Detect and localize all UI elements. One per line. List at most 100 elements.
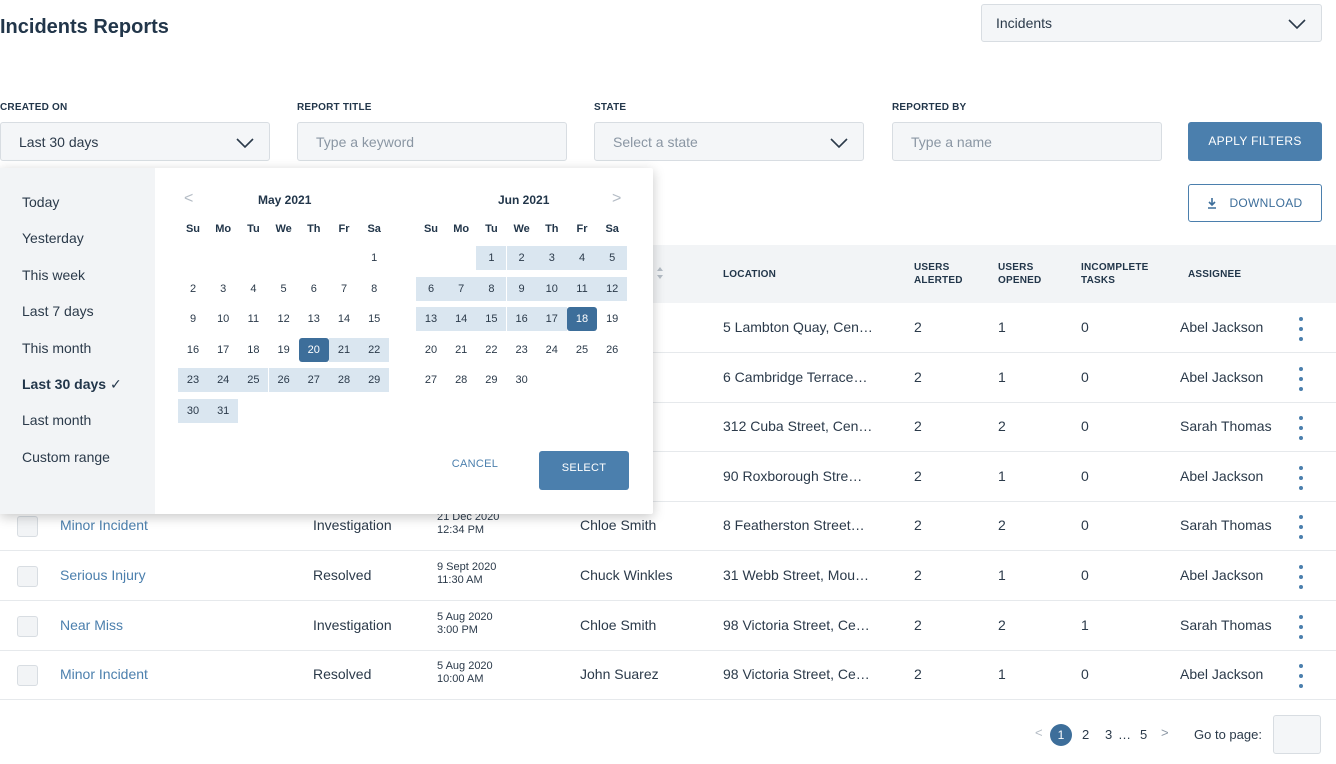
kebab-menu-icon[interactable] xyxy=(1298,317,1304,341)
preset-option[interactable]: Custom range xyxy=(22,449,110,465)
calendar-day[interactable]: 2 xyxy=(506,246,537,270)
prev-page-icon[interactable]: < xyxy=(1035,725,1043,747)
table-row[interactable]: Near Miss Investigation 5 Aug 2020 3:00 PM C… xyxy=(0,601,1336,651)
kebab-menu-icon[interactable] xyxy=(1298,515,1304,540)
calendar-day[interactable]: 6 xyxy=(299,277,329,301)
kebab-menu-icon[interactable] xyxy=(1298,664,1304,689)
calendar-day[interactable]: 22 xyxy=(476,338,506,362)
calendar-day[interactable]: 9 xyxy=(506,276,537,301)
row-checkbox[interactable] xyxy=(17,615,38,637)
preset-option[interactable]: Last month xyxy=(22,412,91,428)
page-1[interactable]: 1 xyxy=(1050,724,1072,746)
calendar-day[interactable]: 24 xyxy=(208,368,239,392)
calendar-day[interactable]: 14 xyxy=(329,307,359,331)
preset-option[interactable]: This month xyxy=(22,340,91,356)
calendar-day[interactable]: 19 xyxy=(269,338,299,362)
calendar-day[interactable]: 1 xyxy=(359,246,389,270)
kebab-menu-icon[interactable] xyxy=(1298,565,1304,589)
kebab-menu-icon[interactable] xyxy=(1298,416,1304,441)
row-checkbox[interactable] xyxy=(17,665,38,687)
download-button[interactable]: DOWNLOAD xyxy=(1188,184,1322,222)
calendar-day[interactable]: 5 xyxy=(269,277,299,301)
calendar-day[interactable]: 29 xyxy=(359,368,390,392)
page-3[interactable]: 3 xyxy=(1105,727,1112,749)
report-title-link[interactable]: Near Miss xyxy=(60,617,123,633)
kebab-menu-icon[interactable] xyxy=(1298,614,1304,639)
calendar-day[interactable]: 10 xyxy=(208,307,238,331)
calendar-day[interactable]: 20 xyxy=(298,337,329,362)
calendar-day[interactable]: 13 xyxy=(416,307,446,331)
report-title-link[interactable]: Minor Incident xyxy=(60,666,148,682)
calendar-day[interactable]: 15 xyxy=(476,307,507,331)
calendar-day[interactable]: 28 xyxy=(329,368,359,392)
calendar-day[interactable]: 28 xyxy=(446,368,476,392)
calendar-day[interactable]: 12 xyxy=(269,307,299,331)
calendar-day[interactable]: 20 xyxy=(416,338,446,362)
calendar-day[interactable]: 7 xyxy=(329,277,359,301)
cancel-button[interactable]: CANCEL xyxy=(440,458,510,470)
calendar-day[interactable]: 11 xyxy=(567,276,597,301)
calendar-day[interactable]: 7 xyxy=(446,276,477,301)
calendar-day[interactable]: 18 xyxy=(567,307,597,331)
calendar-day[interactable]: 5 xyxy=(597,246,628,270)
calendar-day[interactable]: 21 xyxy=(446,338,476,362)
kebab-menu-icon[interactable] xyxy=(1298,465,1304,490)
calendar-day[interactable]: 14 xyxy=(446,307,477,331)
calendar-day[interactable]: 21 xyxy=(329,337,359,362)
calendar-day[interactable]: 8 xyxy=(359,277,389,301)
preset-option[interactable]: Last 30 days ✓ xyxy=(22,376,122,393)
reported-by-input[interactable]: Type a name xyxy=(892,122,1162,161)
calendar-day[interactable]: 12 xyxy=(597,276,628,301)
column-users-opened[interactable]: USERS OPENED xyxy=(998,261,1041,287)
calendar-day[interactable]: 13 xyxy=(299,307,329,331)
next-page-icon[interactable]: > xyxy=(1161,725,1169,747)
report-type-select[interactable]: Incidents xyxy=(981,4,1322,42)
calendar-day[interactable]: 8 xyxy=(476,276,507,301)
calendar-day[interactable]: 6 xyxy=(416,276,446,301)
calendar-day[interactable]: 26 xyxy=(268,368,299,392)
sort-icon[interactable] xyxy=(656,265,664,281)
select-button[interactable]: SELECT xyxy=(539,451,629,490)
calendar-day[interactable]: 4 xyxy=(238,277,268,301)
table-row[interactable]: Serious Injury Resolved 9 Sept 2020 11:30 A… xyxy=(0,551,1336,601)
prev-month-icon[interactable]: < xyxy=(184,190,193,208)
preset-option[interactable]: Today xyxy=(22,194,59,210)
apply-filters-button[interactable]: APPLY FILTERS xyxy=(1188,122,1322,161)
preset-option[interactable]: Last 7 days xyxy=(22,303,94,319)
preset-option[interactable]: Yesterday xyxy=(22,230,84,246)
calendar-day[interactable]: 9 xyxy=(178,307,208,331)
calendar-day[interactable]: 15 xyxy=(359,307,389,331)
table-row[interactable]: Minor Incident Resolved 5 Aug 2020 10:00 AM… xyxy=(0,650,1336,701)
column-users-alerted[interactable]: USERS ALERTED xyxy=(914,261,963,287)
calendar-day[interactable]: 18 xyxy=(238,338,268,362)
created-on-select[interactable]: Last 30 days xyxy=(0,122,270,161)
report-title-input[interactable]: Type a keyword xyxy=(297,122,567,161)
report-title-link[interactable]: Serious Injury xyxy=(60,567,146,583)
calendar-day[interactable]: 16 xyxy=(506,307,537,331)
calendar-day[interactable]: 3 xyxy=(536,246,567,270)
calendar-day[interactable]: 3 xyxy=(208,277,238,301)
calendar-day[interactable]: 17 xyxy=(208,338,238,362)
calendar-day[interactable]: 17 xyxy=(536,307,567,331)
calendar-day[interactable]: 19 xyxy=(597,307,627,331)
calendar-day[interactable]: 22 xyxy=(359,337,390,362)
next-month-icon[interactable]: > xyxy=(612,190,621,208)
page-5[interactable]: 5 xyxy=(1140,727,1147,749)
column-location[interactable]: LOCATION xyxy=(723,268,776,281)
calendar-day[interactable]: 30 xyxy=(507,368,537,392)
row-checkbox[interactable] xyxy=(17,566,38,587)
calendar-day[interactable]: 16 xyxy=(178,338,208,362)
column-assignee[interactable]: ASSIGNEE xyxy=(1188,268,1241,281)
report-title-link[interactable]: Minor Incident xyxy=(60,517,148,533)
state-select[interactable]: Select a state xyxy=(594,122,864,161)
calendar-day[interactable]: 2 xyxy=(178,277,208,301)
go-to-page-input[interactable] xyxy=(1273,715,1321,754)
kebab-menu-icon[interactable] xyxy=(1298,366,1304,391)
column-incomplete-tasks[interactable]: INCOMPLETE TASKS xyxy=(1081,261,1149,287)
calendar-day[interactable]: 4 xyxy=(567,246,597,270)
calendar-day[interactable]: 27 xyxy=(416,368,446,392)
preset-option[interactable]: This week xyxy=(22,267,85,283)
calendar-day[interactable]: 11 xyxy=(238,307,268,331)
row-checkbox[interactable] xyxy=(17,516,38,538)
calendar-day[interactable]: 23 xyxy=(178,368,208,392)
